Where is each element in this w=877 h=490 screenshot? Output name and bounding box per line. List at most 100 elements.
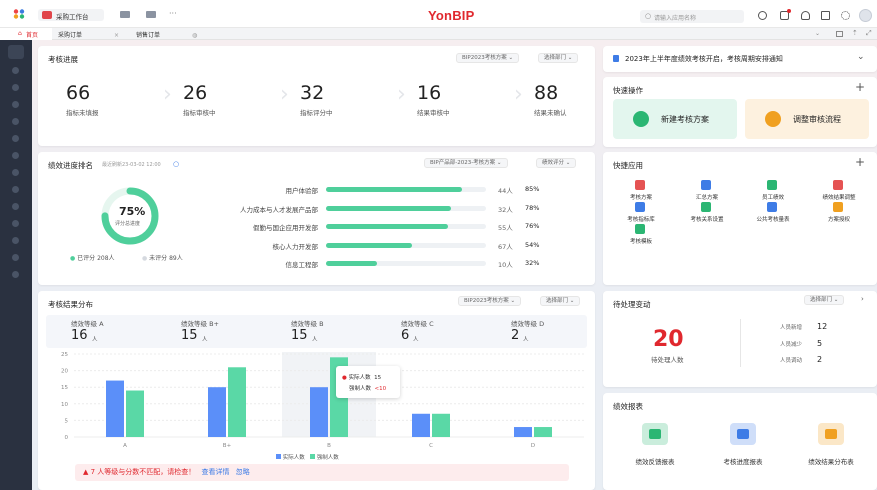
pending-dept-select[interactable]: 选择部门 ⌄ [804, 295, 845, 305]
bar-forced[interactable] [228, 367, 246, 437]
chevron-right-icon[interactable]: › [861, 295, 864, 303]
more-icon[interactable]: ··· [169, 9, 177, 18]
stat-value: 16 [417, 82, 442, 104]
quick-app-label: 考核模板 [629, 239, 652, 245]
quick-app-icon [701, 180, 711, 190]
dist-dept-value: 选择部门 [546, 298, 569, 304]
add-icon[interactable]: + [855, 155, 865, 169]
tab-sales-order[interactable]: 销售订单 ◍ [136, 30, 197, 39]
bar-actual[interactable] [106, 380, 124, 437]
quick-app-item[interactable]: 汇总方案 [675, 180, 739, 201]
ranking-dim-select[interactable]: 绩效评分 ⌄ [536, 158, 577, 168]
rail-item[interactable] [12, 67, 19, 74]
rail-item[interactable] [12, 152, 19, 159]
quick-app-item[interactable]: 考核指标库 [609, 202, 673, 223]
report-item[interactable]: 绩效反馈报表 [615, 421, 695, 471]
quick-app-item[interactable]: 公共考核量表 [741, 202, 805, 223]
rail-item[interactable] [12, 118, 19, 125]
rail-search-icon[interactable] [8, 45, 24, 59]
stat-item[interactable]: 32 指标评分中 [294, 82, 384, 122]
close-icon[interactable]: × [114, 32, 119, 39]
grade-item: 绩效等级 B 15 人 [291, 318, 391, 346]
tab-home[interactable]: ⌂ 首页 [0, 28, 52, 40]
warning-detail-link[interactable]: 查看详情 [202, 468, 230, 476]
avatar[interactable] [859, 9, 872, 22]
home-icon: ⌂ [18, 30, 22, 37]
settings-icon[interactable] [841, 11, 850, 20]
stat-item[interactable]: 16 结果审核中 [411, 82, 501, 122]
stack-icon[interactable] [146, 11, 156, 18]
chevron-down-icon[interactable]: ⌄ [815, 30, 820, 37]
stat-item[interactable]: 26 指标审核中 [177, 82, 267, 122]
refresh-icon[interactable]: ◍ [192, 32, 197, 39]
bar-actual[interactable] [310, 387, 328, 437]
rail-item[interactable] [12, 169, 19, 176]
app-switcher[interactable]: 采购工作台 [38, 9, 104, 21]
rail-item[interactable] [12, 220, 19, 227]
pending-label: 待处理人数 [651, 356, 684, 364]
bar-forced[interactable] [534, 427, 552, 437]
bar-actual[interactable] [208, 387, 226, 437]
grade-label: 绩效等级 B+ [181, 320, 219, 328]
upload-icon[interactable]: ⇡ [852, 29, 858, 37]
rail-item[interactable] [12, 254, 19, 261]
ranking-row[interactable]: 信息工程部 10人 32% [188, 259, 588, 269]
quick-app-item[interactable]: 考核关系设置 [675, 202, 739, 223]
left-rail [0, 40, 32, 490]
help-icon[interactable] [758, 11, 767, 20]
tooltip-dot: ● [342, 375, 347, 381]
dist-plan-select[interactable]: BIP2023考核方案 ⌄ [458, 296, 522, 306]
rail-item[interactable] [12, 203, 19, 210]
app-grid-icon[interactable] [13, 9, 27, 19]
quick-app-item[interactable]: 方案授权 [807, 202, 871, 223]
tab-purchase-order[interactable]: 采购订单 × [58, 30, 119, 39]
stat-label: 指标评分中 [300, 109, 333, 117]
rail-item[interactable] [12, 84, 19, 91]
rail-item[interactable] [12, 135, 19, 142]
ranking-row[interactable]: 假勤与国企应用开发部 55人 76% [188, 222, 588, 232]
refresh-icon[interactable]: ○ [173, 160, 179, 168]
ranking-bar-fill [326, 224, 448, 229]
bar-actual[interactable] [514, 427, 532, 437]
notice-card[interactable]: 2023年上半年度绩效考核开启，考核周期安排通知 ⌄ [603, 46, 877, 72]
dist-dept-select[interactable]: 选择部门 ⌄ [540, 296, 581, 306]
rail-item[interactable] [12, 271, 19, 278]
rail-item[interactable] [12, 101, 19, 108]
quick-app-item[interactable]: 考核模板 [609, 224, 673, 245]
dept-select[interactable]: 选择部门 ⌄ [538, 53, 579, 63]
report-item[interactable]: 绩效结果分布表 [791, 421, 871, 471]
search-input[interactable]: 请输入应用名称 [654, 13, 696, 22]
chevron-down-icon[interactable]: ⌄ [857, 52, 865, 62]
legend-unscored-label: 未评分 [149, 255, 168, 262]
bar-forced[interactable] [432, 413, 450, 437]
tab-home-label: 首页 [26, 32, 39, 39]
quick-app-icon [833, 202, 843, 212]
stat-value: 32 [300, 82, 325, 104]
bar-forced[interactable] [126, 390, 144, 437]
ranking-plan-select[interactable]: BIP产品部-2023-考核方案 ⌄ [424, 158, 508, 168]
bar-actual[interactable] [412, 413, 430, 437]
layout-icon[interactable] [836, 31, 843, 37]
new-plan-button[interactable]: 新建考核方案 [613, 99, 737, 139]
calendar-icon[interactable] [821, 11, 830, 20]
add-icon[interactable]: + [855, 80, 865, 94]
pending-title: 待处理变动 [613, 300, 651, 309]
folder-icon[interactable] [120, 11, 130, 18]
expand-icon[interactable]: ⤢ [866, 29, 872, 38]
quick-app-item[interactable]: 员工绩效 [741, 180, 805, 201]
report-icon-glyph [649, 429, 661, 439]
report-item[interactable]: 考核进度报表 [703, 421, 783, 471]
headset-icon[interactable] [801, 11, 810, 20]
plan-select[interactable]: BIP2023考核方案 ⌄ [456, 53, 520, 63]
ranking-row[interactable]: 核心人力开发部 67人 54% [188, 241, 588, 251]
warning-ignore-link[interactable]: 忽略 [236, 468, 250, 476]
ranking-row[interactable]: 人力成本与人才发展产品部 32人 78% [188, 204, 588, 214]
quick-app-item[interactable]: 绩效结果调整 [807, 180, 871, 201]
stat-item[interactable]: 66 指标未填报 [60, 82, 150, 122]
app-search[interactable]: ○ 请输入应用名称 [640, 10, 744, 23]
rail-item[interactable] [12, 186, 19, 193]
adjust-flow-button[interactable]: 调整审核流程 [745, 99, 869, 139]
quick-app-item[interactable]: 考核方案 [609, 180, 673, 201]
ranking-row[interactable]: 用户体验部 44人 85% [188, 185, 588, 195]
rail-item[interactable] [12, 237, 19, 244]
